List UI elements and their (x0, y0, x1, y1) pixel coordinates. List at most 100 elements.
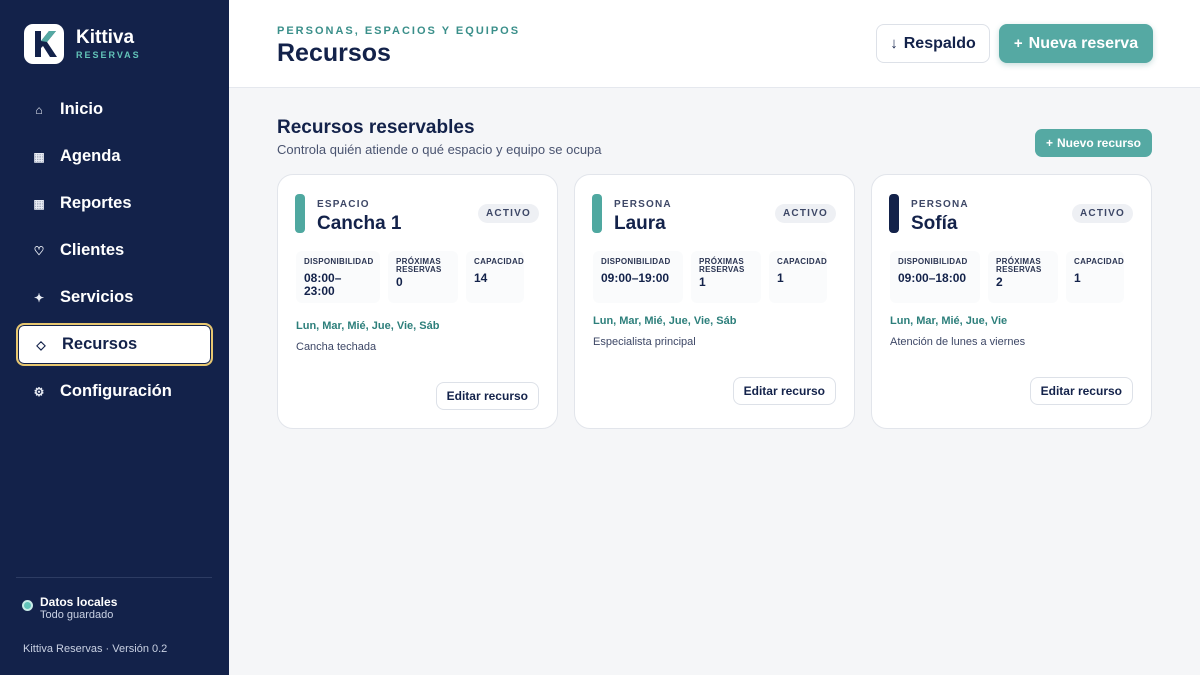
stat-availability: DISPONIBILIDAD 08:00–23:00 (296, 251, 380, 303)
resource-note: Cancha techada (296, 341, 377, 353)
resource-card: PERSONA Laura ACTIVO DISPONIBILIDAD 09:0… (574, 174, 855, 429)
sidebar-item-configuracin[interactable]: ⚙ Configuración (16, 370, 213, 413)
resource-stats: DISPONIBILIDAD 09:00–18:00 PRÓXIMAS RESE… (890, 251, 1132, 303)
stat-value: 14 (474, 271, 488, 285)
stat-capacity: CAPACIDAD 1 (769, 251, 827, 303)
stat-label: PRÓXIMAS RESERVAS (699, 257, 745, 274)
sidebar-item-label: Inicio (60, 100, 104, 118)
sidebar-item-recursos[interactable]: ◇ Recursos (16, 323, 213, 366)
stat-upcoming: PRÓXIMAS RESERVAS 2 (988, 251, 1058, 303)
resource-days: Lun, Mar, Mié, Jue, Vie, Sáb (593, 315, 737, 327)
resource-stats: DISPONIBILIDAD 08:00–23:00 PRÓXIMAS RESE… (296, 251, 532, 303)
stat-value: 09:00–19:00 (601, 271, 670, 285)
sidebar: Kittiva RESERVAS ⌂ Inicio ▦ Agenda ▦ Reportes… (0, 0, 229, 675)
reports-icon: ▦ (33, 196, 45, 211)
edit-resource-button[interactable]: Editar recurso (732, 377, 836, 405)
status-badge: ACTIVO (478, 204, 539, 223)
status-badge: ACTIVO (1072, 204, 1133, 223)
arrow-down-icon: ↓ (890, 35, 898, 52)
stat-label: CAPACIDAD (1074, 257, 1125, 266)
status-badge: ACTIVO (775, 204, 836, 223)
stat-value: 08:00–23:00 (304, 271, 342, 298)
brand[interactable]: Kittiva RESERVAS (24, 24, 141, 64)
resource-name: Laura (614, 213, 666, 234)
version-label: Kittiva Reservas · Versión 0.2 (23, 643, 168, 655)
page-title: Recursos (277, 39, 391, 67)
resource-days: Lun, Mar, Mié, Jue, Vie (890, 315, 1008, 327)
sidebar-item-servicios[interactable]: ✦ Servicios (16, 276, 213, 319)
resource-days: Lun, Mar, Mié, Jue, Vie, Sáb (296, 320, 440, 332)
resource-name: Cancha 1 (317, 213, 402, 234)
backup-button[interactable]: ↓ Respaldo (876, 24, 990, 63)
resource-color-bar (592, 194, 602, 233)
stat-value: 1 (699, 275, 706, 289)
resource-card: ESPACIO Cancha 1 ACTIVO DISPONIBILIDAD 0… (277, 174, 558, 429)
resource-type: PERSONA (911, 199, 969, 210)
sidebar-item-label: Servicios (60, 288, 134, 306)
stat-value: 0 (396, 275, 403, 289)
home-icon: ⌂ (35, 102, 43, 117)
stat-value: 1 (1074, 271, 1081, 285)
brand-subtitle: RESERVAS (76, 50, 141, 60)
resource-note: Especialista principal (593, 336, 696, 348)
sparkle-icon: ✦ (33, 290, 45, 305)
status-dot-icon (22, 600, 33, 611)
heart-icon: ♡ (33, 243, 45, 258)
edit-resource-button[interactable]: Editar recurso (1029, 377, 1133, 405)
backup-button-label: Respaldo (903, 34, 976, 52)
sidebar-item-reportes[interactable]: ▦ Reportes (16, 182, 213, 225)
stat-value: 09:00–18:00 (898, 271, 967, 285)
diamond-icon: ◇ (36, 337, 46, 352)
status-title: Datos locales (40, 595, 118, 609)
plus-icon: + (1045, 136, 1053, 150)
stat-upcoming: PRÓXIMAS RESERVAS 1 (691, 251, 761, 303)
calendar-icon: ▦ (33, 149, 45, 164)
stat-label: DISPONIBILIDAD (601, 257, 671, 266)
sidebar-item-inicio[interactable]: ⌂ Inicio (16, 88, 213, 131)
logo-icon (24, 24, 64, 64)
brand-name: Kittiva (76, 27, 135, 48)
stat-value: 2 (996, 275, 1003, 289)
stat-capacity: CAPACIDAD 14 (466, 251, 524, 303)
resource-color-bar (295, 194, 305, 233)
resource-stats: DISPONIBILIDAD 09:00–19:00 PRÓXIMAS RESE… (593, 251, 835, 303)
stat-capacity: CAPACIDAD 1 (1066, 251, 1124, 303)
stat-label: CAPACIDAD (777, 257, 828, 266)
gear-icon: ⚙ (33, 384, 45, 399)
sidebar-item-clientes[interactable]: ♡ Clientes (16, 229, 213, 272)
page-eyebrow: PERSONAS, ESPACIOS Y EQUIPOS (277, 25, 521, 37)
stat-label: DISPONIBILIDAD (898, 257, 968, 266)
new-booking-button[interactable]: + Nueva reserva (999, 24, 1153, 63)
status-subtitle: Todo guardado (40, 609, 114, 621)
sidebar-item-label: Configuración (60, 382, 172, 400)
stat-availability: DISPONIBILIDAD 09:00–18:00 (890, 251, 980, 303)
resource-type: PERSONA (614, 199, 672, 210)
topbar: PERSONAS, ESPACIOS Y EQUIPOS Recursos ↓ … (229, 0, 1200, 88)
resource-note: Atención de lunes a viernes (890, 336, 1026, 348)
sidebar-item-label: Agenda (60, 147, 121, 165)
resource-name: Sofía (911, 213, 958, 234)
section-title: Recursos reservables (277, 117, 475, 138)
new-resource-button[interactable]: + Nuevo recurso (1035, 129, 1152, 157)
edit-resource-button[interactable]: Editar recurso (435, 382, 539, 410)
stat-label: PRÓXIMAS RESERVAS (996, 257, 1042, 274)
sidebar-item-agenda[interactable]: ▦ Agenda (16, 135, 213, 178)
plus-icon: + (1013, 35, 1023, 52)
stat-value: 1 (777, 271, 784, 285)
sidebar-item-label: Clientes (60, 241, 125, 259)
save-status: Datos locales Todo guardado (22, 595, 117, 621)
section-subtitle: Controla quién atiende o qué espacio y e… (277, 142, 602, 157)
sidebar-nav: ⌂ Inicio ▦ Agenda ▦ Reportes ♡ Clientes ✦ Servici… (16, 88, 213, 417)
sidebar-divider (16, 577, 212, 578)
resource-card: PERSONA Sofía ACTIVO DISPONIBILIDAD 09:0… (871, 174, 1152, 429)
stat-label: CAPACIDAD (474, 257, 525, 266)
resource-type: ESPACIO (317, 199, 370, 210)
new-resource-button-label: Nuevo recurso (1056, 136, 1142, 150)
resource-color-bar (889, 194, 899, 233)
stat-label: DISPONIBILIDAD (304, 257, 374, 266)
stat-upcoming: PRÓXIMAS RESERVAS 0 (388, 251, 458, 303)
stat-label: PRÓXIMAS RESERVAS (396, 257, 442, 274)
sidebar-item-label: Recursos (62, 335, 138, 353)
sidebar-item-label: Reportes (60, 194, 132, 212)
stat-availability: DISPONIBILIDAD 09:00–19:00 (593, 251, 683, 303)
